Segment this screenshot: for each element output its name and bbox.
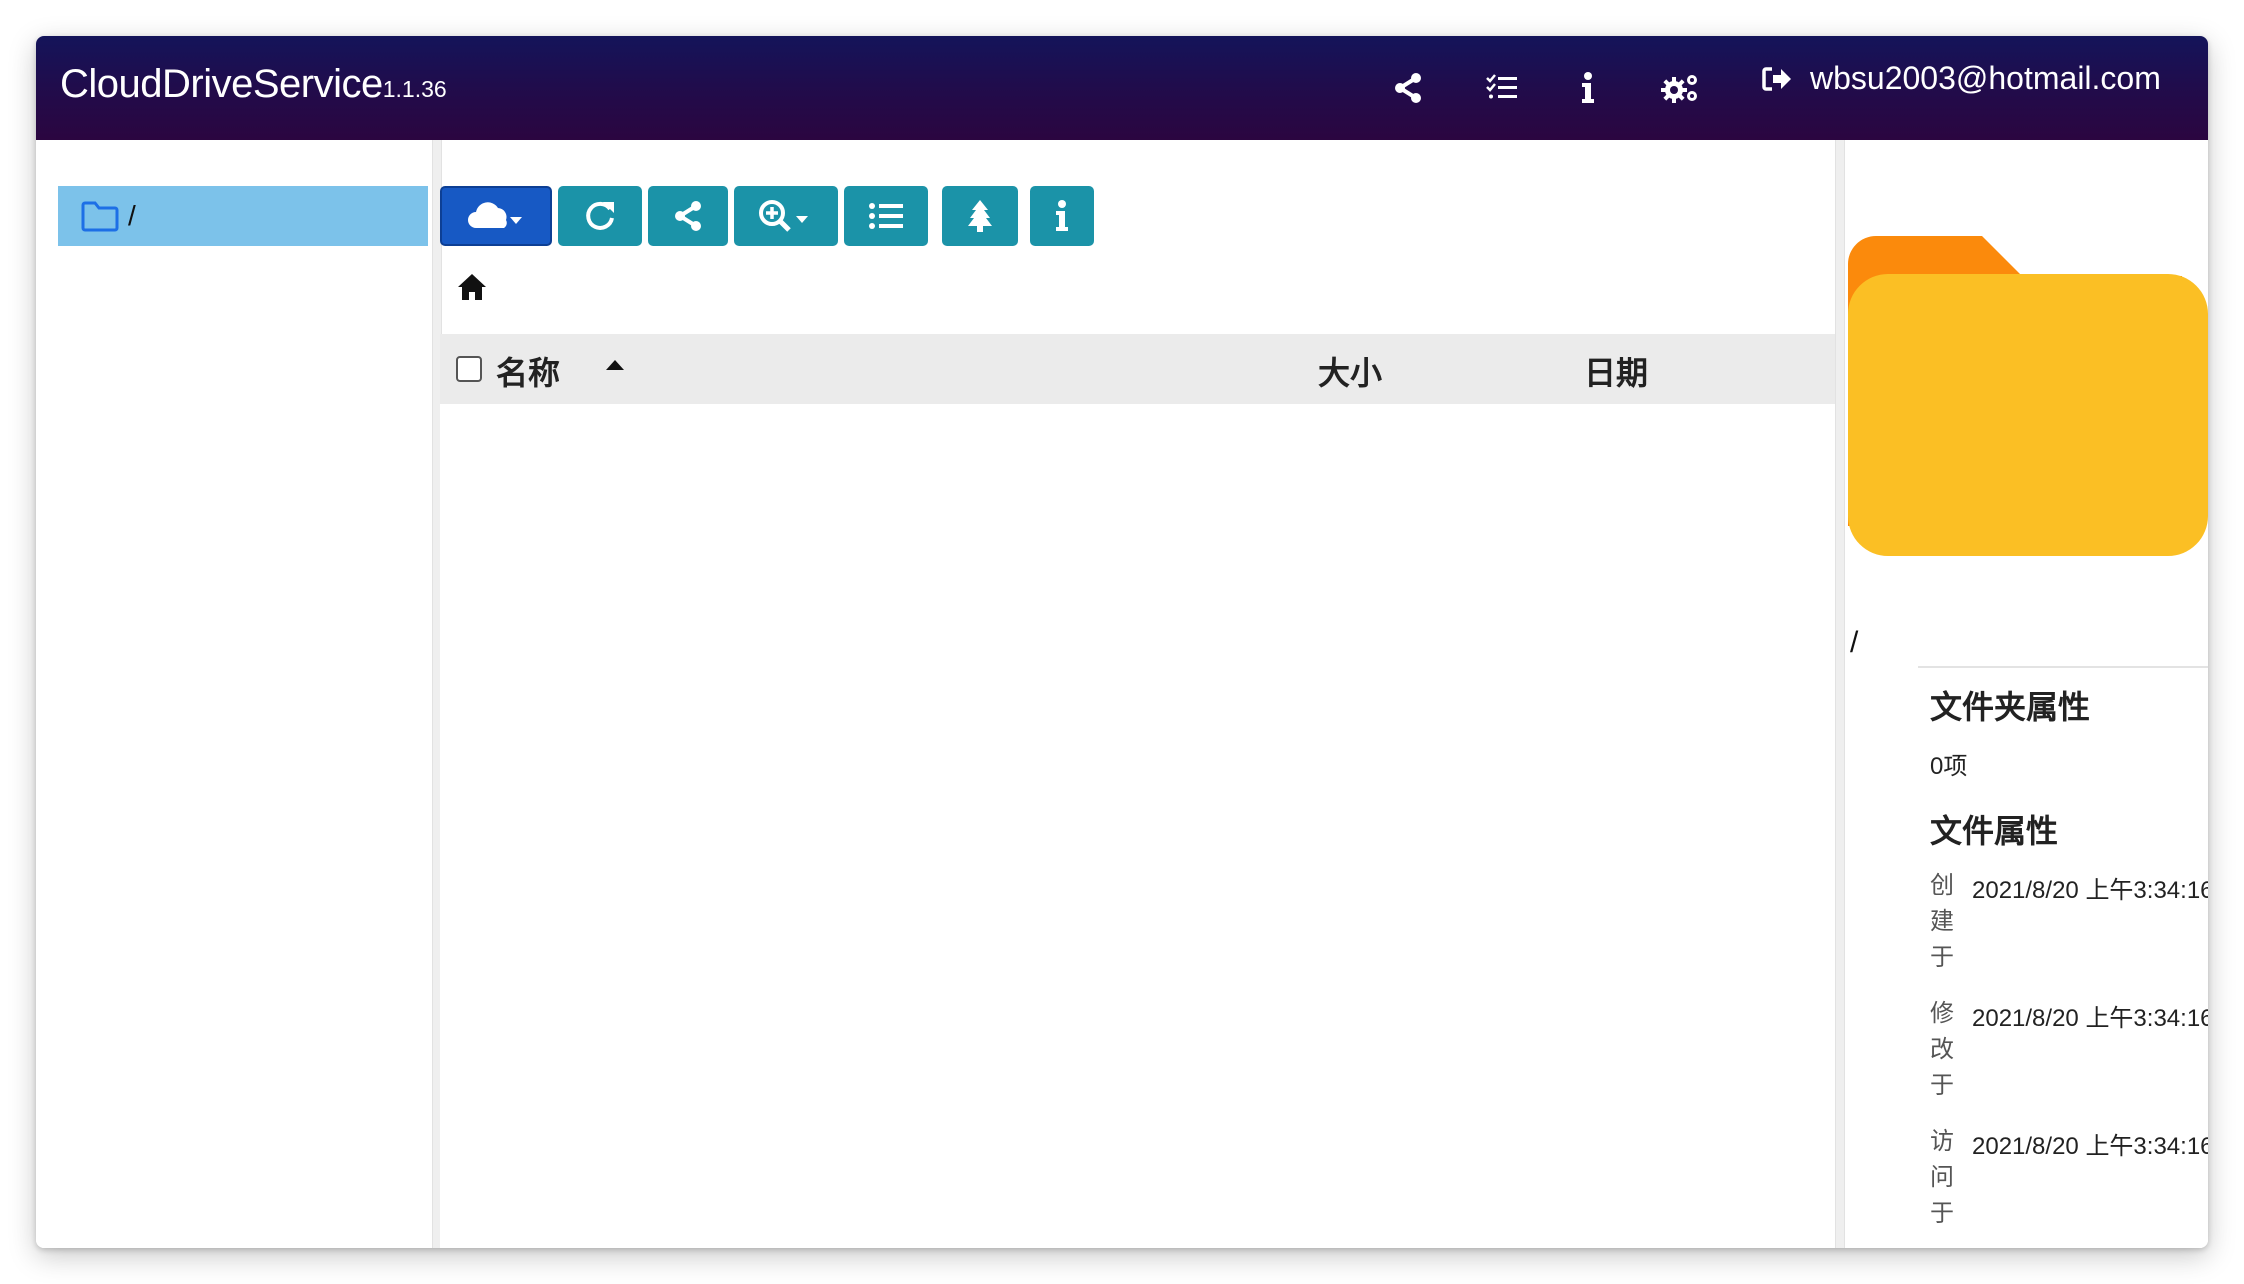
- user-menu[interactable]: wbsu2003@hotmail.com: [1762, 60, 2161, 97]
- folder-tree: /: [36, 140, 432, 1248]
- cloud-icon: [468, 202, 522, 228]
- modified-value: 2021/8/20 上午3:34:16: [1972, 1005, 2208, 1032]
- tree-icon: [968, 200, 992, 232]
- info-panel: / 文件夹属性 0项 文件属性 创建于 修改于 访问于: [1848, 140, 2208, 1248]
- created-label: 创建于: [1930, 872, 1954, 971]
- breadcrumb-home[interactable]: [456, 272, 496, 312]
- share-button[interactable]: [648, 186, 728, 246]
- created-value: 2021/8/20 上午3:34:16: [1972, 877, 2208, 904]
- column-size[interactable]: 大小: [1318, 348, 1382, 394]
- item-count: 0项: [1930, 753, 1968, 780]
- folder-props-title: 文件夹属性: [1930, 689, 2091, 725]
- right-splitter[interactable]: [1835, 140, 1845, 1248]
- list-view-button[interactable]: [844, 186, 928, 246]
- tree-item-root[interactable]: /: [58, 186, 428, 246]
- tree-item-label: /: [128, 200, 136, 231]
- folder-outline-icon: [81, 201, 119, 232]
- task-list-icon[interactable]: [1480, 66, 1524, 110]
- settings-gears-icon[interactable]: [1658, 66, 1702, 110]
- brand-version: 1.1.36: [382, 76, 447, 102]
- sort-asc-icon: [606, 360, 624, 370]
- modified-label: 修改于: [1930, 1000, 1954, 1099]
- select-all-checkbox[interactable]: [456, 356, 482, 382]
- accessed-label: 访问于: [1930, 1128, 1954, 1227]
- top-navbar: CloudDriveService1.1.36 wbsu2003@hotmail…: [36, 36, 2208, 140]
- file-list: [440, 404, 1835, 1248]
- refresh-button[interactable]: [558, 186, 642, 246]
- brand-name: CloudDriveService: [60, 62, 383, 106]
- file-props-title: 文件属性: [1930, 813, 2059, 849]
- cloud-dropdown-button[interactable]: [440, 186, 552, 246]
- info-icon[interactable]: [1566, 66, 1610, 110]
- share-icon[interactable]: [1386, 66, 1430, 110]
- folder-path: /: [1850, 626, 1859, 659]
- divider: [1918, 666, 2208, 668]
- column-name[interactable]: 名称: [496, 348, 560, 394]
- folder-large-icon: [1848, 236, 2208, 556]
- share-icon: [675, 201, 701, 231]
- info-button[interactable]: [1030, 186, 1094, 246]
- file-table-header: 名称 大小 日期: [440, 334, 1835, 404]
- column-date[interactable]: 日期: [1584, 348, 1648, 394]
- info-icon: [1056, 200, 1068, 231]
- refresh-icon: [586, 201, 614, 230]
- zoom-in-icon: [759, 200, 808, 232]
- list-icon: [869, 203, 903, 229]
- user-email: wbsu2003@hotmail.com: [1810, 60, 2161, 96]
- brand[interactable]: CloudDriveService1.1.36: [60, 62, 447, 107]
- home-icon: [458, 274, 486, 300]
- zoom-dropdown-button[interactable]: [734, 186, 838, 246]
- app-window: CloudDriveService1.1.36 wbsu2003@hotmail…: [36, 36, 2208, 1248]
- logout-icon: [1762, 66, 1791, 91]
- tree-button[interactable]: [942, 186, 1018, 246]
- accessed-value: 2021/8/20 上午3:34:16: [1972, 1133, 2208, 1160]
